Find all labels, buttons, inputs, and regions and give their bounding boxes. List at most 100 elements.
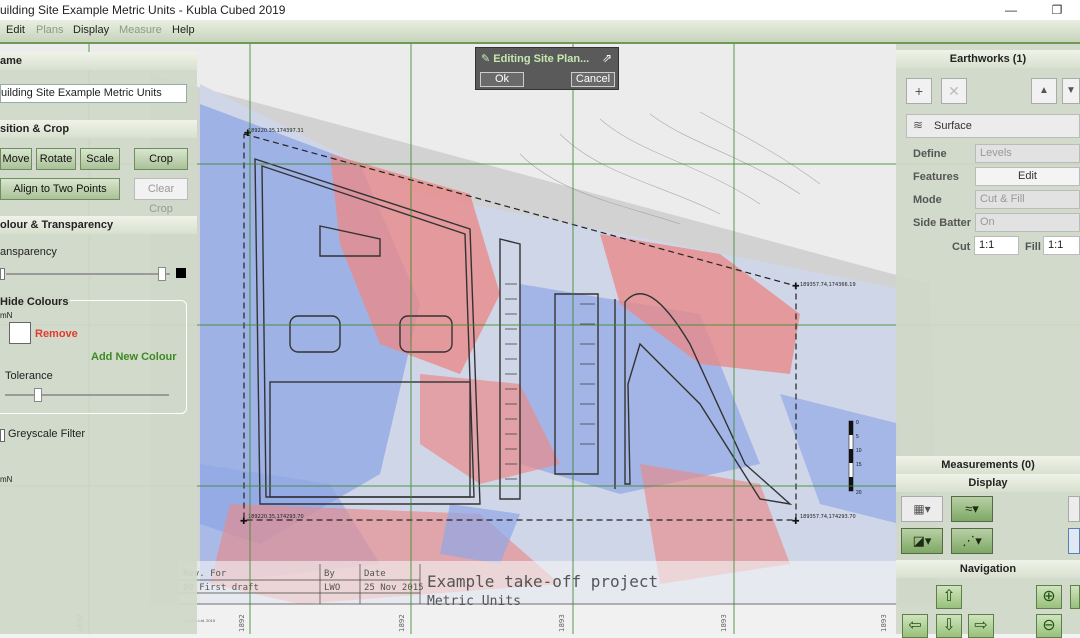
transparency-white-swatch	[0, 268, 5, 280]
crop-button[interactable]: Crop	[134, 148, 188, 170]
zoom-in-button[interactable]: ⊕	[1036, 585, 1062, 609]
corner-marker-tl: ✚	[244, 128, 252, 138]
corner-marker-br: ✚	[792, 516, 800, 526]
cut-ratio-input[interactable]: 1:1	[974, 236, 1019, 255]
by-value: LWO	[324, 583, 340, 593]
table-view-button[interactable]	[1068, 528, 1080, 554]
triangle-down-icon: ▼	[1066, 85, 1076, 96]
define-label: Define	[913, 148, 947, 160]
arrow-left-icon: ⇦	[908, 617, 922, 634]
contours-toggle[interactable]: ≈▾	[951, 496, 993, 522]
move-button[interactable]: Move	[0, 148, 32, 170]
pan-left-button[interactable]: ⇦	[902, 614, 928, 638]
scale-label-20: 20	[856, 490, 862, 496]
zoom-out-button[interactable]: ⊖	[1036, 614, 1062, 638]
editing-site-plan-popup: ✎ Editing Site Plan... ⇗ Ok Cancel	[475, 47, 619, 90]
plan-name-input[interactable]: uilding Site Example Metric Units	[0, 84, 187, 103]
tick-label: 1893	[720, 614, 728, 632]
surface-item[interactable]: ≋ Surface	[906, 114, 1080, 138]
name-section-header: ame	[0, 52, 197, 70]
move-down-button[interactable]: ▼	[1062, 78, 1080, 104]
pan-right-button[interactable]: ⇨	[968, 614, 994, 638]
rotate-button[interactable]: Rotate	[36, 148, 76, 170]
mode-label: Mode	[913, 194, 942, 206]
transparency-slider[interactable]	[6, 273, 170, 275]
tolerance-slider-thumb[interactable]	[33, 388, 42, 402]
surface-label: Surface	[934, 120, 972, 132]
window-title: uilding Site Example Metric Units - Kubl…	[0, 3, 286, 17]
add-new-colour-link[interactable]: Add New Colour	[91, 351, 177, 363]
transparency-black-swatch	[176, 268, 186, 278]
scale-button[interactable]: Scale	[80, 148, 120, 170]
zoom-out-icon: ⊖	[1042, 617, 1056, 634]
scale-label-10: 10	[856, 448, 862, 454]
tolerance-slider[interactable]	[5, 394, 169, 396]
restore-button[interactable]: ❐	[1034, 0, 1080, 20]
transparency-label: ansparency	[0, 246, 57, 258]
corner-marker-tr: ✚	[792, 281, 800, 291]
zoom-extra-button[interactable]	[1070, 585, 1080, 609]
title-block: Rev. For 00 First draft By LWO Date 25 N…	[178, 561, 898, 634]
bottom-caption: mN	[0, 475, 13, 484]
popup-title-text: Editing Site Plan...	[493, 53, 590, 65]
tick-label: 1892	[238, 614, 246, 632]
external-link-icon[interactable]: ⇗	[602, 51, 612, 65]
shading-toggle[interactable]: ◪▾	[901, 528, 943, 554]
menu-measure[interactable]: Measure	[119, 24, 162, 36]
grid-lines-toggle[interactable]: ⋰▾	[951, 528, 993, 554]
scale-label-5: 5	[856, 434, 859, 440]
move-up-button[interactable]: ▲	[1031, 78, 1057, 104]
remove-colour-link[interactable]: Remove	[35, 328, 78, 340]
date-value: 25 Nov 2015	[364, 583, 424, 593]
menu-display[interactable]: Display	[73, 24, 109, 36]
terrain-icon: ◪▾	[912, 533, 932, 548]
ok-button[interactable]: Ok	[480, 72, 524, 87]
by-label: By	[324, 569, 335, 579]
fill-ratio-input[interactable]: 1:1	[1043, 236, 1080, 255]
features-label: Features	[913, 171, 959, 183]
measurements-header: Measurements (0)	[896, 456, 1080, 474]
scale-label-15: 15	[856, 462, 862, 468]
greyscale-checkbox[interactable]	[0, 429, 5, 442]
transparency-slider-thumb[interactable]	[157, 267, 166, 281]
pan-up-button[interactable]: ⇧	[936, 585, 962, 609]
position-crop-header: sition & Crop	[0, 120, 197, 138]
gridlines-icon: ⋰▾	[962, 533, 982, 548]
clear-crop-button[interactable]: Clear Crop	[134, 178, 188, 215]
project-title: Example take-off project	[427, 572, 658, 591]
hidden-colour-swatch[interactable]	[9, 322, 31, 344]
corner-label-bl: 189220.35,174293.70	[248, 514, 304, 520]
features-edit-button[interactable]: Edit	[975, 167, 1080, 186]
date-label: Date	[364, 569, 386, 579]
corner-marker-bl: ✚	[240, 516, 248, 526]
mode-select[interactable]: Cut & Fill	[975, 190, 1080, 209]
left-panel: ame uilding Site Example Metric Units si…	[0, 52, 197, 634]
colour-transparency-header: olour & Transparency	[0, 216, 197, 234]
pan-down-button[interactable]: ⇩	[936, 614, 962, 638]
corner-label-tl: 189220.35,174397.31	[248, 128, 304, 134]
tick-label: 1893	[558, 614, 566, 632]
delete-earthwork-button[interactable]: ✕	[941, 78, 967, 104]
greyscale-label: Greyscale Filter	[8, 428, 86, 440]
tick-label: 1893	[880, 614, 888, 632]
menu-plans[interactable]: Plans	[36, 24, 64, 36]
align-two-points-button[interactable]: Align to Two Points	[0, 178, 120, 200]
side-batter-select[interactable]: On	[975, 213, 1080, 232]
menu-help[interactable]: Help	[172, 24, 195, 36]
view-mode-dropdown[interactable]: ▦▾	[901, 496, 943, 522]
cancel-button[interactable]: Cancel	[571, 72, 615, 87]
minimize-button[interactable]: —	[988, 0, 1034, 20]
menu-edit[interactable]: Edit	[6, 24, 25, 36]
grid-view-icon: ▦▾	[913, 502, 931, 516]
zoom-in-icon: ⊕	[1042, 588, 1056, 605]
add-earthwork-button[interactable]: +	[906, 78, 932, 104]
display-option-button[interactable]	[1068, 496, 1080, 522]
swatch-caption: mN	[0, 311, 13, 320]
corner-label-br: 189357.74,174293.70	[800, 514, 856, 520]
surface-icon: ≋	[913, 118, 924, 132]
menu-bar: Edit Plans Display Measure Help	[0, 20, 1080, 44]
cut-label: Cut	[952, 241, 971, 253]
display-header: Display	[896, 474, 1080, 492]
define-select[interactable]: Levels	[975, 144, 1080, 163]
scale-label-0: 0	[856, 420, 859, 426]
